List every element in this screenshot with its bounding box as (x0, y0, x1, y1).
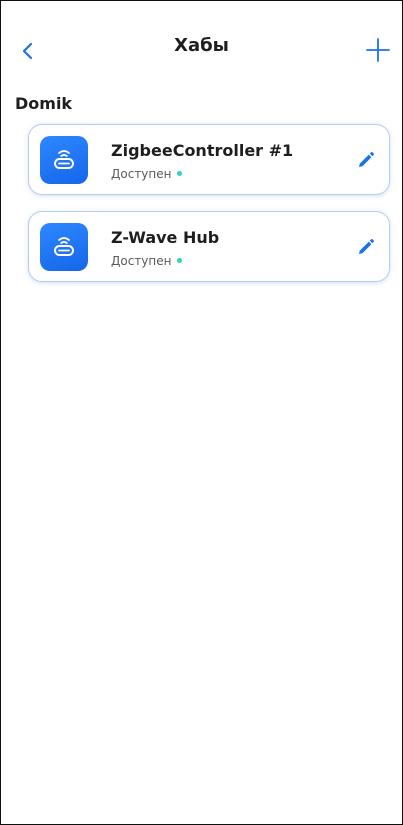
screen-frame: Хабы Domik ZigbeeController #1 Доступен (0, 0, 403, 825)
hub-tile (40, 223, 88, 271)
back-button[interactable] (15, 37, 43, 65)
hub-status: Доступен (111, 254, 183, 268)
plus-icon (366, 38, 390, 62)
pencil-icon (359, 151, 375, 167)
edit-hub-button[interactable] (355, 149, 377, 171)
hub-tile (40, 136, 88, 184)
top-bar: Хабы (1, 1, 402, 93)
pencil-icon (359, 238, 375, 254)
edit-hub-button[interactable] (355, 236, 377, 258)
hub-router-icon (54, 237, 74, 256)
hub-card[interactable]: Z-Wave Hub Доступен (28, 211, 390, 282)
add-hub-button[interactable] (363, 35, 393, 65)
page-title: Хабы (174, 35, 229, 56)
status-online-dot (177, 258, 183, 263)
hub-status: Доступен (111, 167, 183, 181)
hub-router-icon (54, 150, 74, 169)
hub-status-text: Доступен (111, 254, 172, 268)
hub-name: Z-Wave Hub (111, 228, 220, 247)
status-online-dot (177, 171, 183, 176)
hub-status-text: Доступен (111, 167, 172, 181)
group-label: Domik (15, 94, 73, 113)
chevron-left-icon (22, 42, 33, 60)
hub-name: ZigbeeController #1 (111, 141, 294, 160)
hub-card[interactable]: ZigbeeController #1 Доступен (28, 124, 390, 195)
